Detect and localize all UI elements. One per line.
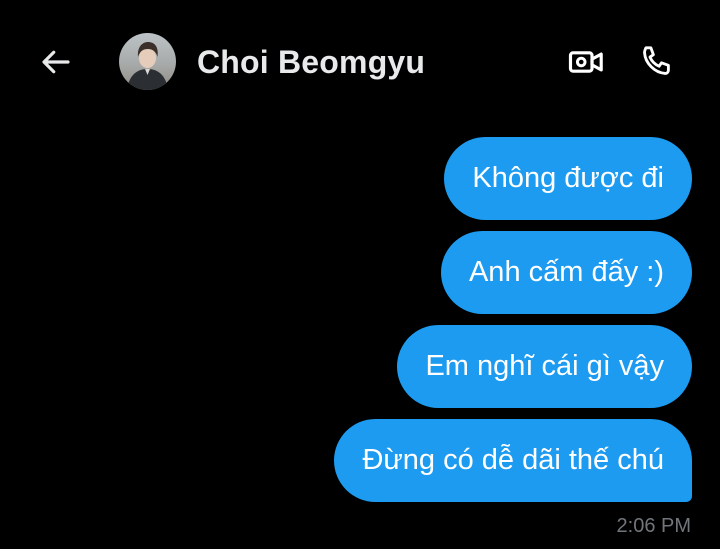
message-bubble[interactable]: Đừng có dễ dãi thế chú	[334, 419, 692, 502]
message-bubble[interactable]: Không được đi	[444, 137, 692, 220]
message-list: Không được đi Anh cấm đấy :) Em nghĩ cái…	[334, 137, 692, 502]
video-call-button[interactable]	[566, 42, 606, 82]
arrow-left-icon	[42, 50, 70, 74]
video-camera-icon	[568, 51, 603, 73]
message-timestamp: 2:06 PM	[616, 515, 691, 537]
phone-icon	[643, 46, 670, 75]
avatar[interactable]	[119, 33, 176, 90]
back-button[interactable]	[34, 40, 78, 84]
voice-call-button[interactable]	[636, 40, 678, 82]
message-bubble[interactable]: Em nghĩ cái gì vậy	[397, 325, 692, 408]
contact-name[interactable]: Choi Beomgyu	[197, 44, 425, 81]
conversation-header: Choi Beomgyu	[0, 0, 720, 126]
message-bubble[interactable]: Anh cấm đấy :)	[440, 231, 692, 314]
avatar-photo	[119, 33, 176, 90]
